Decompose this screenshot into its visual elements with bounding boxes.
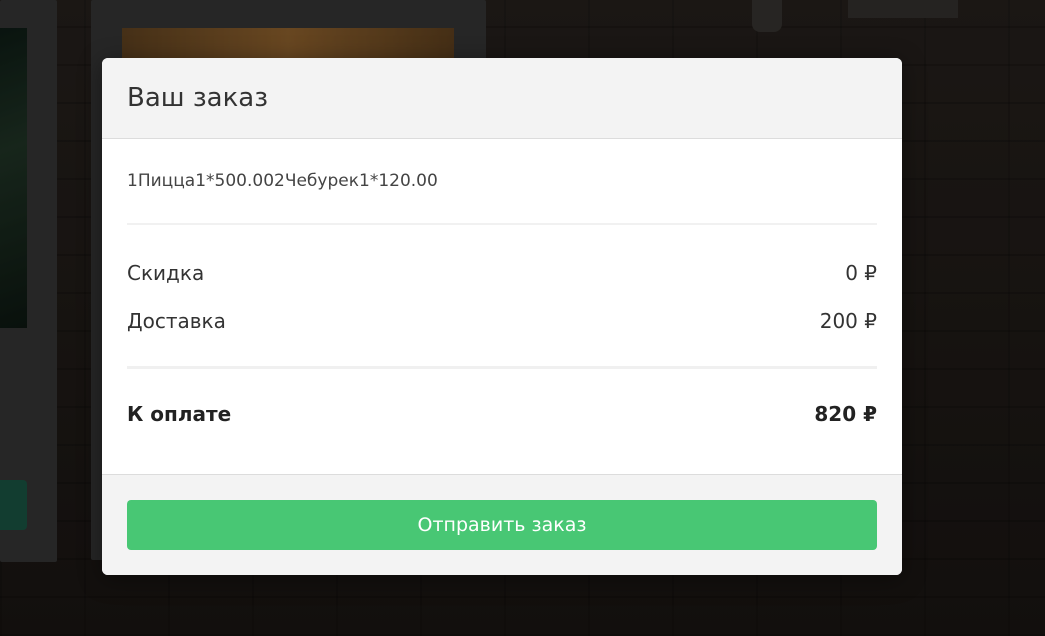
- discount-value: 0 ₽: [845, 261, 877, 285]
- submit-order-button[interactable]: Отправить заказ: [127, 500, 877, 550]
- modal-footer: Отправить заказ: [102, 474, 902, 575]
- total-row: К оплате 820 ₽: [127, 399, 877, 429]
- delivery-value: 200 ₽: [819, 309, 877, 333]
- modal-body: 1Пицца1*500.002Чебурек1*120.00 Скидка 0 …: [102, 139, 902, 429]
- total-label: К оплате: [127, 402, 232, 426]
- modal-title: Ваш заказ: [127, 83, 269, 113]
- modal-header: Ваш заказ: [102, 58, 902, 139]
- total-value: 820 ₽: [814, 402, 877, 426]
- order-modal: Ваш заказ 1Пицца1*500.002Чебурек1*120.00…: [102, 58, 902, 575]
- divider: [127, 366, 877, 369]
- delivery-row: Доставка 200 ₽: [127, 306, 877, 336]
- order-items-list: 1Пицца1*500.002Чебурек1*120.00: [127, 139, 877, 225]
- discount-label: Скидка: [127, 261, 205, 285]
- delivery-label: Доставка: [127, 309, 226, 333]
- discount-row: Скидка 0 ₽: [127, 258, 877, 288]
